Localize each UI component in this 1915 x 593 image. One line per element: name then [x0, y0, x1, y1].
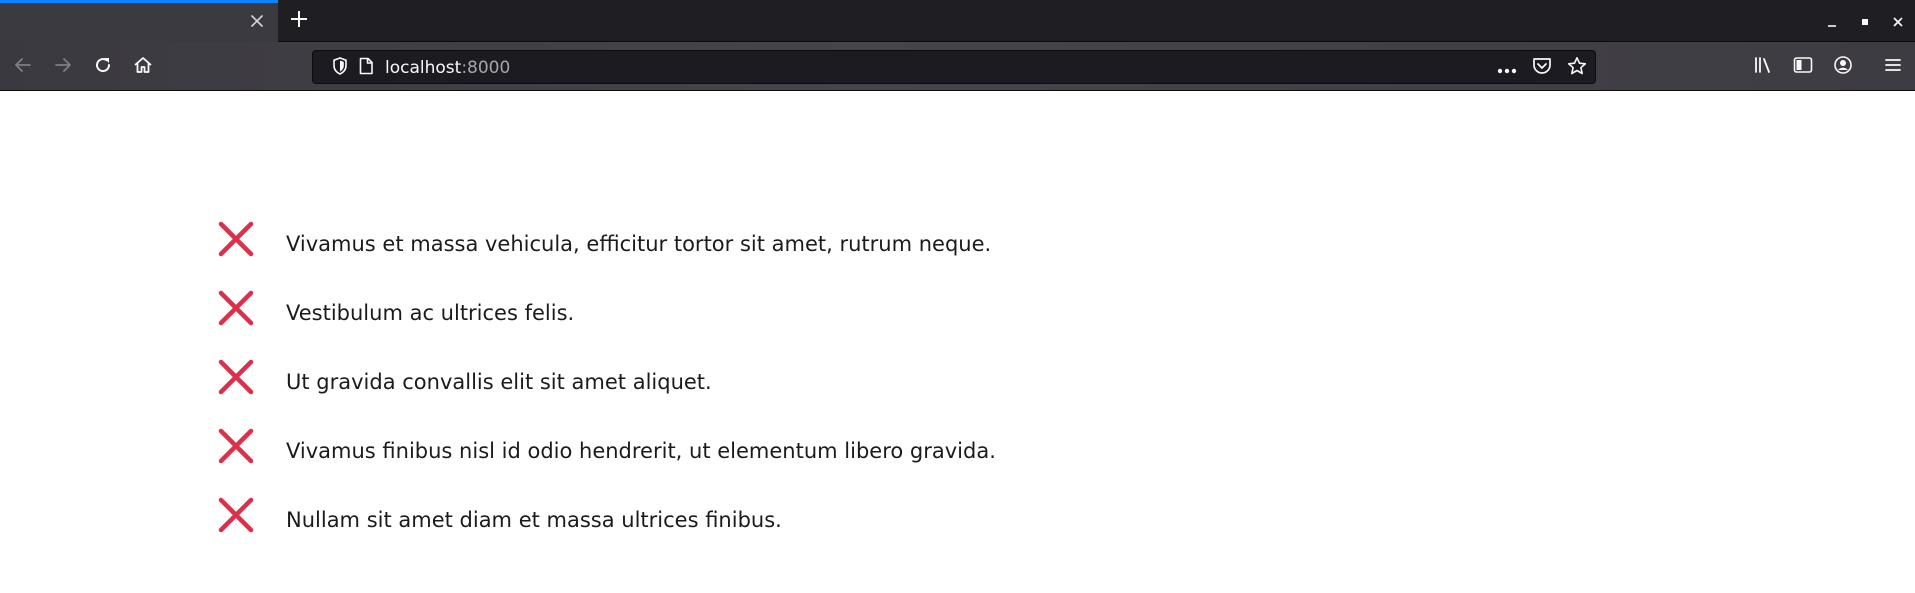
- list-item: Vivamus finibus nisl id odio hendrerit, …: [216, 411, 996, 480]
- home-button[interactable]: [128, 52, 158, 82]
- save-to-pocket-button[interactable]: [1531, 57, 1553, 79]
- navigation-toolbar: localhost:8000: [0, 42, 1915, 91]
- list-item-text: Vivamus finibus nisl id odio hendrerit, …: [286, 438, 996, 463]
- page-actions-button[interactable]: [1496, 57, 1518, 79]
- reload-icon: [93, 55, 113, 79]
- list-item-text: Vestibulum ac ultrices felis.: [286, 300, 575, 325]
- list-item: Ut gravida convallis elit sit amet aliqu…: [216, 342, 996, 411]
- sidebar-button[interactable]: [1788, 52, 1818, 82]
- back-arrow-icon: [13, 55, 33, 79]
- minimize-icon: [1827, 12, 1837, 31]
- account-icon: [1833, 55, 1853, 79]
- star-icon: [1567, 56, 1587, 80]
- window-close-button[interactable]: [1886, 10, 1910, 32]
- cross-icon: [216, 219, 256, 259]
- pocket-icon: [1532, 57, 1552, 79]
- cross-list: Vivamus et massa vehicula, efficitur tor…: [216, 204, 996, 549]
- page-icon: [358, 57, 374, 79]
- sidebar-icon: [1793, 56, 1813, 78]
- minimize-button[interactable]: [1820, 10, 1844, 32]
- list-item: Vestibulum ac ultrices felis.: [216, 273, 996, 342]
- page-content: Vivamus et massa vehicula, efficitur tor…: [0, 92, 1915, 593]
- list-item-text: Ut gravida convallis elit sit amet aliqu…: [286, 369, 712, 394]
- library-icon: [1753, 56, 1773, 78]
- site-info-button[interactable]: [355, 57, 377, 79]
- cross-icon: [216, 495, 256, 535]
- maximize-icon: [1860, 12, 1870, 31]
- url-host: localhost: [385, 58, 462, 78]
- list-item-text: Nullam sit amet diam et massa ultrices f…: [286, 507, 782, 532]
- cross-icon: [216, 357, 256, 397]
- list-item: Vivamus et massa vehicula, efficitur tor…: [216, 204, 996, 273]
- active-tab[interactable]: [0, 0, 278, 42]
- list-item: Nullam sit amet diam et massa ultrices f…: [216, 480, 996, 549]
- tracking-protection-button[interactable]: [329, 57, 351, 79]
- close-icon: [1893, 12, 1903, 31]
- tab-bar: [0, 0, 1915, 42]
- plus-icon: [290, 10, 308, 32]
- list-item-text: Vivamus et massa vehicula, efficitur tor…: [286, 231, 992, 256]
- library-button[interactable]: [1748, 52, 1778, 82]
- bookmark-star-button[interactable]: [1566, 57, 1588, 79]
- shield-icon: [332, 57, 348, 79]
- maximize-button[interactable]: [1853, 10, 1877, 32]
- forward-arrow-icon: [53, 55, 73, 79]
- url-text[interactable]: localhost:8000: [385, 57, 510, 79]
- url-bar[interactable]: localhost:8000: [312, 50, 1596, 84]
- back-button[interactable]: [8, 52, 38, 82]
- cross-icon: [216, 426, 256, 466]
- hamburger-menu-icon: [1884, 57, 1902, 77]
- forward-button[interactable]: [48, 52, 78, 82]
- more-dots-icon: [1497, 59, 1517, 78]
- cross-icon: [216, 288, 256, 328]
- reload-button[interactable]: [88, 52, 118, 82]
- menu-button[interactable]: [1878, 52, 1908, 82]
- url-port: :8000: [461, 58, 511, 78]
- new-tab-button[interactable]: [286, 8, 312, 34]
- account-button[interactable]: [1828, 52, 1858, 82]
- home-icon: [133, 55, 153, 79]
- tab-close-icon[interactable]: [246, 10, 268, 32]
